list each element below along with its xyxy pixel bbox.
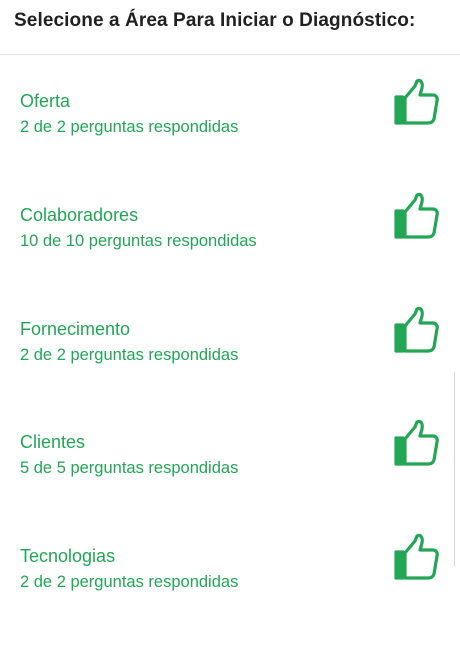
area-name: Tecnologias (20, 546, 116, 566)
thumbs-up-icon (390, 77, 440, 127)
area-name: Oferta (20, 91, 71, 111)
thumbs-up-icon (390, 191, 440, 241)
area-name: Colaboradores (20, 205, 139, 225)
area-name: Clientes (20, 432, 86, 452)
scrollbar[interactable] (454, 372, 458, 567)
area-progress: 5 de 5 perguntas respondidas (20, 459, 239, 477)
area-progress: 2 de 2 perguntas respondidas (20, 346, 239, 364)
area-item-fornecimento[interactable]: Fornecimento 2 de 2 perguntas respondida… (0, 306, 460, 419)
area-item-colaboradores[interactable]: Colaboradores 10 de 10 perguntas respond… (0, 192, 460, 305)
area-item-tecnologias[interactable]: Tecnologias 2 de 2 perguntas respondidas (0, 533, 460, 646)
area-progress: 2 de 2 perguntas respondidas (20, 573, 239, 591)
page-header: Selecione a Área Para Iniciar o Diagnóst… (0, 0, 460, 55)
area-progress: 10 de 10 perguntas respondidas (20, 232, 257, 250)
area-item-oferta[interactable]: Oferta 2 de 2 perguntas respondidas (0, 78, 460, 191)
page-title: Selecione a Área Para Iniciar o Diagnóst… (14, 10, 416, 31)
thumbs-up-icon (390, 532, 440, 582)
area-name: Fornecimento (20, 319, 131, 339)
area-item-clientes[interactable]: Clientes 5 de 5 perguntas respondidas (0, 419, 460, 532)
area-progress: 2 de 2 perguntas respondidas (20, 118, 239, 136)
thumbs-up-icon (390, 418, 440, 468)
thumbs-up-icon (390, 305, 440, 355)
